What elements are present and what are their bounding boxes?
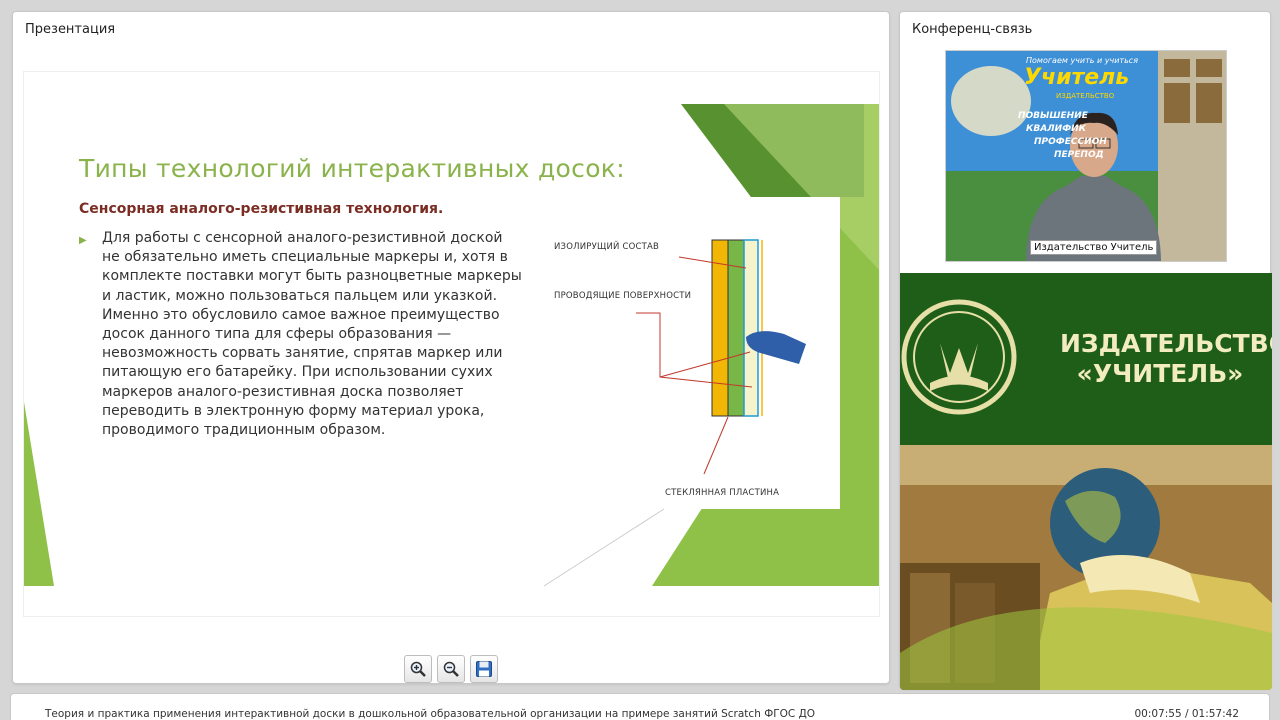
backdrop-item-2: КВАЛИФИК <box>1026 124 1087 134</box>
zoom-out-button[interactable] <box>437 655 465 683</box>
backdrop-item-4: ПЕРЕПОД <box>1054 150 1104 160</box>
diagram-label-glass: СТЕКЛЯННАЯ ПЛАСТИНА <box>665 488 780 498</box>
slide-subheading: Сенсорная аналого-резистивная технология… <box>79 201 444 217</box>
conference-panel: Конференц-связь Помогаем учить и учиться… <box>899 11 1272 690</box>
zoom-out-icon <box>443 661 459 677</box>
publisher-name-line2: «УЧИТЕЛЬ» <box>1076 359 1244 388</box>
bullet-icon: ▶ <box>79 235 87 246</box>
save-button[interactable] <box>470 655 498 683</box>
backdrop-item-1: ПОВЫШЕНИЕ <box>1018 111 1088 121</box>
video-feed[interactable]: Помогаем учить и учиться Учитель ИЗДАТЕЛ… <box>945 50 1227 262</box>
backdrop-brand-sub: ИЗДАТЕЛЬСТВО <box>1056 92 1115 100</box>
backdrop-brand: Учитель <box>1024 65 1130 90</box>
slide-heading: Типы технологий интерактивных досок: <box>79 154 625 183</box>
slide: Типы технологий интерактивных досок: Сен… <box>23 71 880 617</box>
conference-panel-title: Конференц-связь <box>912 22 1033 37</box>
player-footer: Теория и практика применения интерактивн… <box>10 693 1270 720</box>
zoom-in-button[interactable] <box>404 655 432 683</box>
diagram-label-conductive: ПРОВОДЯЩИЕ ПОВЕРХНОСТИ <box>554 291 692 301</box>
slide-body-text: Для работы с сенсорной аналого-резистивн… <box>102 230 522 439</box>
webinar-title: Теория и практика применения интерактивн… <box>45 708 816 720</box>
backdrop-slogan: Помогаем учить и учиться <box>1026 56 1139 65</box>
publisher-name: ИЗДАТЕЛЬСТВО «УЧИТЕЛЬ» <box>1060 329 1272 389</box>
publisher-name-line1: ИЗДАТЕЛЬСТВО <box>1060 329 1272 358</box>
presentation-panel-title: Презентация <box>25 22 116 37</box>
backdrop-item-3: ПРОФЕССИОН <box>1034 137 1107 147</box>
playback-time: 00:07:55 / 01:57:42 <box>1134 708 1239 720</box>
zoom-in-icon <box>410 661 426 677</box>
video-caption: Издательство Учитель <box>1030 240 1158 255</box>
presentation-panel: Презентация Типы технологий интерактивны… <box>12 11 890 684</box>
publisher-banner: ИЗДАТЕЛЬСТВО «УЧИТЕЛЬ» <box>900 273 1272 690</box>
diagram-label-insulating: ИЗОЛИРУЩИЙ СОСТАВ <box>554 242 660 252</box>
floppy-disk-icon <box>476 661 492 677</box>
